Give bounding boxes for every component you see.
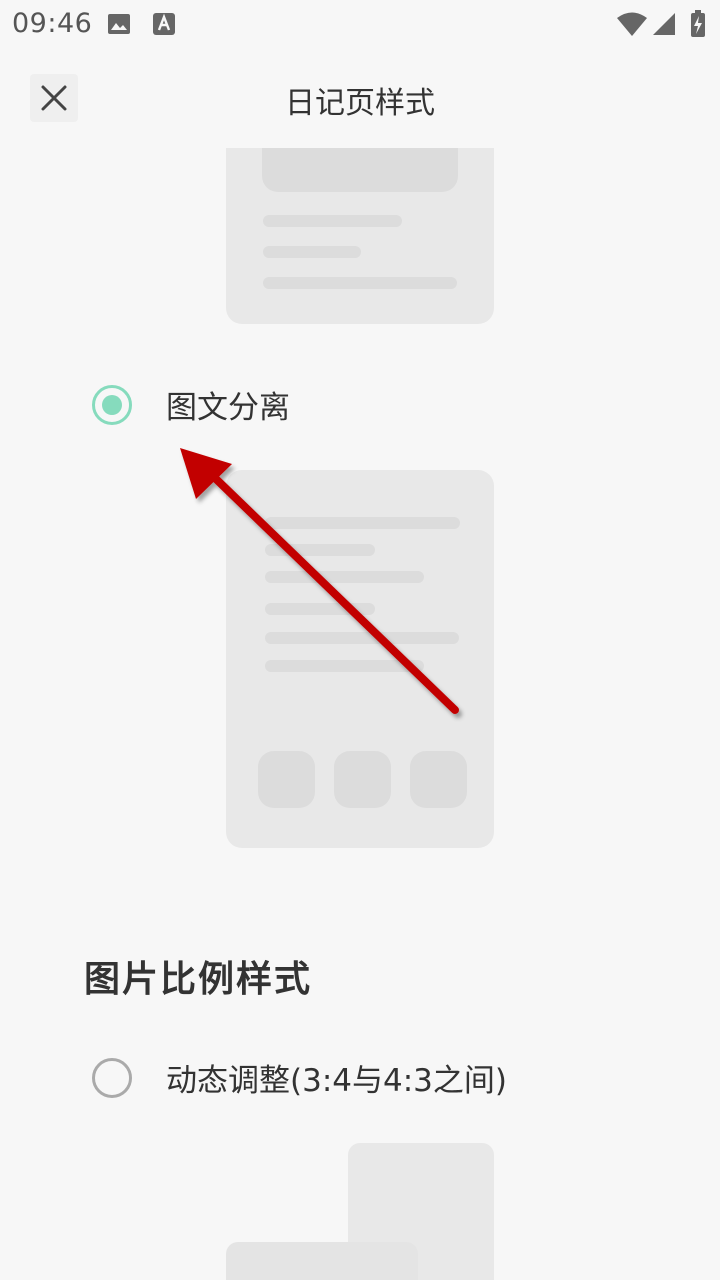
preview-line bbox=[265, 517, 460, 529]
page-title: 日记页样式 bbox=[285, 86, 435, 121]
status-time: 09:46 bbox=[12, 8, 93, 39]
image-icon bbox=[108, 14, 130, 34]
section-title-image-ratio: 图片比例样式 bbox=[84, 959, 313, 1000]
option-label: 图文分离 bbox=[166, 390, 290, 426]
preview-line bbox=[263, 277, 457, 289]
preview-line bbox=[265, 660, 424, 672]
preview-card-landscape bbox=[226, 1242, 418, 1280]
option-dynamic-ratio[interactable]: 动态调整(3:4与4:3之间) bbox=[92, 1055, 507, 1100]
preview-line bbox=[263, 246, 361, 258]
screen: 09:46 日记页样式 图文分离 图片比例样式 动态调整(3:4与4:3之间) bbox=[0, 0, 720, 1280]
wifi-icon bbox=[617, 12, 647, 36]
battery-charging-icon bbox=[691, 10, 705, 37]
preview-line bbox=[265, 571, 424, 583]
preview-thumbnail bbox=[334, 751, 391, 808]
preview-line bbox=[265, 632, 459, 644]
preview-thumbnail bbox=[410, 751, 467, 808]
preview-line bbox=[263, 215, 402, 227]
option-text-image-separated[interactable]: 图文分离 bbox=[92, 382, 290, 427]
option-label: 动态调整(3:4与4:3之间) bbox=[166, 1063, 507, 1099]
status-bar: 09:46 bbox=[0, 0, 720, 48]
preview-thumbnail bbox=[258, 751, 315, 808]
preview-line bbox=[265, 603, 375, 615]
radio-button-unselected[interactable] bbox=[92, 1057, 132, 1098]
preview-line bbox=[265, 544, 375, 556]
radio-dot bbox=[102, 394, 122, 415]
radio-button-selected[interactable] bbox=[92, 384, 132, 425]
signal-icon bbox=[653, 13, 675, 35]
a-notification-icon bbox=[153, 13, 175, 35]
